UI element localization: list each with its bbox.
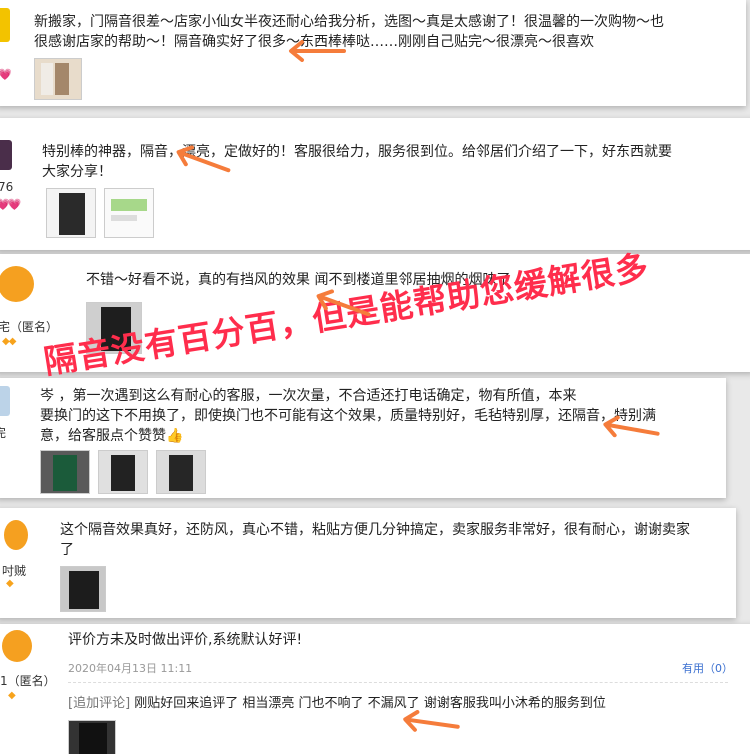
review-card-4: 完 岑 ，第一次遇到这么有耐心的客服，一次次量，不合适还打电话确定，物有所值，本… [0,378,726,498]
append-review-tag: [追加评论] [68,696,131,711]
avatar [0,8,10,42]
username: 宅（匿名） [0,320,59,334]
diamond-icon: ◆ [6,578,14,589]
review-card-2: 76 💗💗 特别棒的神器，隔音，漂亮，定做好的！客服很给力，服务很到位。给邻居们… [0,118,750,250]
review-card-5: 吋贼 ◆ 这个隔音效果真好，还防风，真心不错，粘贴方便几分钟搞定，卖家服务非常好… [0,508,736,618]
review-photo[interactable] [40,450,90,494]
append-review-text: 刚贴好回来追评了 相当漂亮 门也不响了 不漏风了 谢谢客服我叫小沐希的服务到位 [130,696,606,711]
heart-icon: 💗💗 [0,198,21,211]
heart-icon: 💗 [0,68,12,81]
review-card-1: 💗 新搬家，门隔音很差～店家小仙女半夜还耐心给我分析，选图～真是太感谢了！很温馨… [0,0,746,106]
review-photo[interactable] [34,58,82,100]
door-image [59,193,85,235]
orange-arrow [289,40,346,62]
divider [68,682,728,683]
useful-button[interactable]: 有用（0） [682,660,733,676]
chat-screenshot [111,199,147,211]
review-photo[interactable] [60,566,106,612]
review-photo[interactable] [156,450,206,494]
review-text: 特别棒的神器，隔音，漂亮，定做好的！客服很给力，服务很到位。给邻居们介绍了一下，… [42,144,672,180]
review-photo[interactable] [104,188,154,238]
username: 76 [0,180,14,194]
review-photo[interactable] [46,188,96,238]
door-image [169,455,193,491]
avatar [2,630,32,662]
door-image [79,723,107,754]
avatar [0,266,34,302]
username: 完 [0,426,7,440]
door-image [69,571,99,609]
diamond-icon: ◆◆ [2,336,16,347]
review-photo[interactable] [68,720,116,754]
avatar [0,386,10,416]
username: 1（匿名） [0,674,56,688]
review-date: 2020年04月13日 11:11 [68,662,193,675]
review-photo[interactable] [98,450,148,494]
review-text: 评价方未及时做出评价,系统默认好评! [68,632,303,648]
review-text: 这个隔音效果真好，还防风，真心不错，粘贴方便几分钟搞定，卖家服务非常好，很有耐心… [60,522,690,558]
avatar [4,520,28,550]
door-image [53,455,77,491]
username: 吋贼 [2,564,27,578]
door-image [111,455,135,491]
append-review: [追加评论] 刚贴好回来追评了 相当漂亮 门也不响了 不漏风了 谢谢客服我叫小沐… [68,692,606,711]
review-text: 新搬家，门隔音很差～店家小仙女半夜还耐心给我分析，选图～真是太感谢了！很温馨的一… [34,14,664,50]
door-image [55,63,69,95]
diamond-icon: ◆ [8,690,16,701]
review-card-6: 1（匿名） ◆ 评价方未及时做出评价,系统默认好评! 2020年04月13日 1… [0,624,750,754]
avatar [0,140,12,170]
